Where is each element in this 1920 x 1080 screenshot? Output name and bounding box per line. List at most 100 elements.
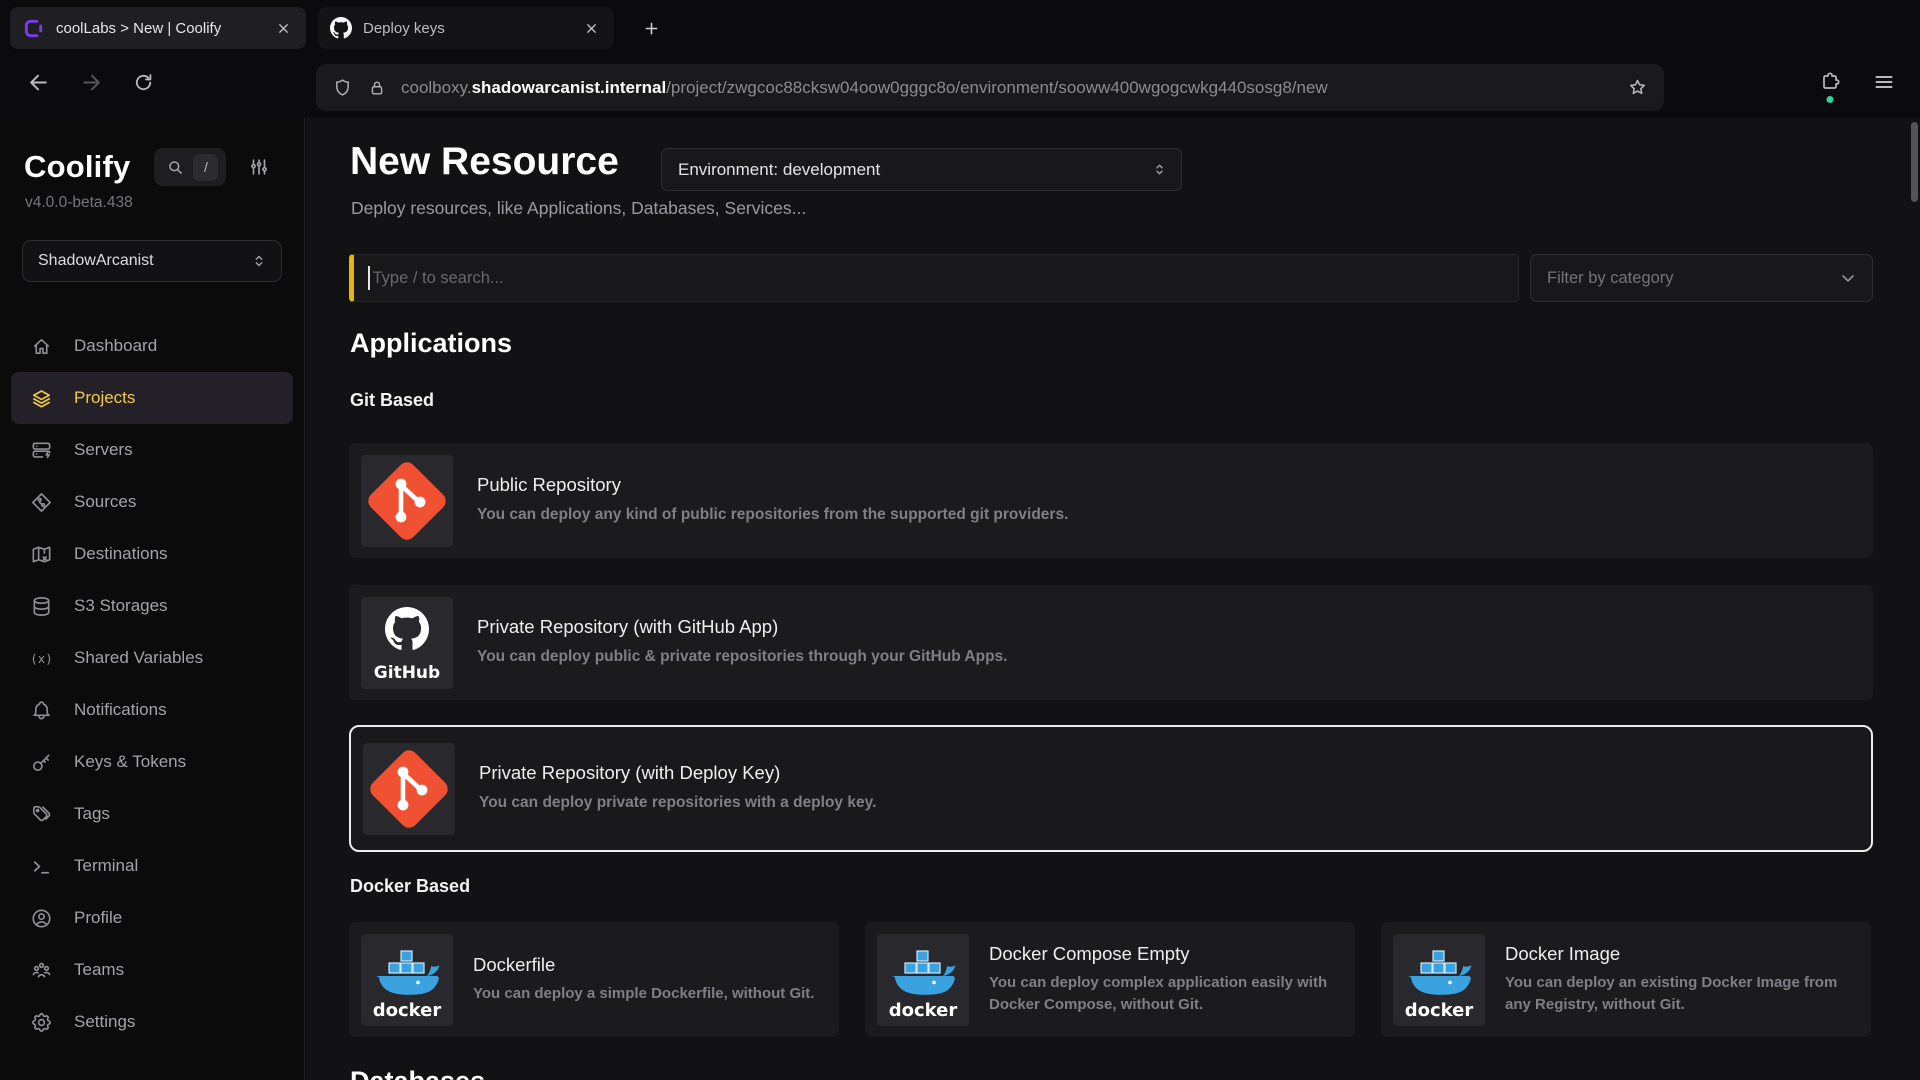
users-icon [30, 959, 53, 982]
card-title: Private Repository (with GitHub App) [477, 616, 1008, 638]
sidebar-item-settings[interactable]: Settings [11, 996, 293, 1048]
shield-icon[interactable] [332, 77, 353, 98]
card-title: Private Repository (with Deploy Key) [479, 762, 876, 784]
browser-toolbar: coolboxy.shadowarcanist.internal/project… [0, 56, 1920, 118]
resource-search-input[interactable]: Type / to search... [349, 254, 1519, 302]
user-circle-icon [30, 907, 53, 930]
sidebar-item-tags[interactable]: Tags [11, 788, 293, 840]
svg-text:(x): (x) [30, 650, 52, 665]
screen: coolLabs > New | Coolify Deploy keys [0, 0, 1920, 1080]
applications-heading: Applications [350, 328, 512, 359]
card-description: You can deploy any kind of public reposi… [477, 503, 1068, 526]
gear-icon [30, 1011, 53, 1034]
extensions-puzzle-icon[interactable] [1818, 70, 1842, 94]
environment-select[interactable]: Environment: development [661, 148, 1182, 191]
card-title: Dockerfile [473, 954, 814, 976]
sidebar-item-notifications[interactable]: Notifications [11, 684, 293, 736]
tab-title: coolLabs > New | Coolify [56, 20, 261, 37]
sidebar: Coolify / v4.0.0-beta.438 ShadowArcanist… [0, 118, 305, 1080]
forward-icon[interactable] [79, 70, 104, 95]
bell-icon [30, 699, 53, 722]
scrollbar-thumb[interactable] [1911, 122, 1918, 202]
sidebar-item-s3-storages[interactable]: S3 Storages [11, 580, 293, 632]
category-filter-select[interactable]: Filter by category [1530, 254, 1873, 302]
sidebar-item-shared-variables[interactable]: (x) Shared Variables [11, 632, 293, 684]
github-logo: GitHub [361, 597, 453, 689]
sidebar-item-keys-tokens[interactable]: Keys & Tokens [11, 736, 293, 788]
databases-heading-partial: Databases [350, 1066, 485, 1080]
map-icon [30, 543, 53, 566]
extension-status-dot [1827, 96, 1834, 103]
svg-text:docker: docker [373, 1000, 442, 1021]
card-description: You can deploy private repositories with… [479, 791, 876, 814]
close-icon[interactable] [272, 17, 294, 39]
app-version: v4.0.0-beta.438 [0, 186, 304, 212]
page-title: New Resource [350, 140, 619, 184]
tab-github[interactable]: Deploy keys [318, 7, 614, 49]
sidebar-item-projects[interactable]: Projects [11, 372, 293, 424]
sliders-icon[interactable] [248, 156, 270, 178]
url-bar[interactable]: coolboxy.shadowarcanist.internal/project… [316, 64, 1664, 111]
database-icon [30, 595, 53, 618]
sidebar-item-destinations[interactable]: Destinations [11, 528, 293, 580]
card-description: You can deploy a simple Dockerfile, with… [473, 983, 814, 1006]
card-dockerfile[interactable]: docker Dockerfile You can deploy a simpl… [349, 922, 839, 1037]
docker-cards-row: docker Dockerfile You can deploy a simpl… [349, 922, 1873, 1037]
github-favicon-icon [330, 17, 352, 39]
docker-based-heading: Docker Based [350, 876, 470, 897]
url-text: coolboxy.shadowarcanist.internal/project… [401, 78, 1627, 98]
card-private-repository-github-app[interactable]: GitHub Private Repository (with GitHub A… [349, 585, 1873, 700]
git-diamond-icon [30, 491, 53, 514]
close-icon[interactable] [580, 17, 602, 39]
card-description: You can deploy public & private reposito… [477, 645, 1008, 668]
text-caret [368, 266, 370, 290]
new-tab-button[interactable] [636, 13, 666, 43]
sidebar-item-teams[interactable]: Teams [11, 944, 293, 996]
browser-tab-bar: coolLabs > New | Coolify Deploy keys [0, 0, 1920, 56]
search-icon [166, 158, 185, 177]
back-icon[interactable] [26, 70, 51, 95]
key-icon [30, 751, 53, 774]
card-title: Docker Image [1505, 943, 1853, 965]
sidebar-nav: Dashboard Projects Servers Sources Desti… [0, 320, 304, 1048]
team-select[interactable]: ShadowArcanist [22, 240, 282, 282]
card-title: Public Repository [477, 474, 1068, 496]
terminal-icon [30, 855, 53, 878]
lock-icon[interactable] [367, 78, 387, 98]
menu-icon[interactable] [1872, 70, 1896, 94]
tab-title: Deploy keys [363, 20, 569, 37]
git-logo [361, 455, 453, 547]
svg-text:GitHub: GitHub [374, 663, 440, 683]
card-private-repository-deploy-key[interactable]: Private Repository (with Deploy Key) You… [349, 725, 1873, 852]
sidebar-item-profile[interactable]: Profile [11, 892, 293, 944]
app-logo-text: Coolify [24, 149, 130, 185]
card-description: You can deploy an existing Docker Image … [1505, 972, 1853, 1017]
sidebar-item-sources[interactable]: Sources [11, 476, 293, 528]
main-content: New Resource Environment: development De… [306, 118, 1920, 1080]
docker-logo: docker [1393, 934, 1485, 1026]
chevron-updown-icon [250, 252, 268, 270]
sidebar-item-dashboard[interactable]: Dashboard [11, 320, 293, 372]
sidebar-item-servers[interactable]: Servers [11, 424, 293, 476]
server-icon [30, 439, 53, 462]
chevron-down-icon [1838, 268, 1858, 288]
star-icon[interactable] [1627, 77, 1648, 98]
search-shortcut-hint: / [193, 154, 218, 181]
card-docker-image[interactable]: docker Docker Image You can deploy an ex… [1381, 922, 1871, 1037]
svg-text:docker: docker [889, 1000, 958, 1021]
coolify-favicon-icon [22, 17, 45, 40]
docker-logo: docker [877, 934, 969, 1026]
card-description: You can deploy complex application easil… [989, 972, 1337, 1017]
reload-icon[interactable] [132, 71, 155, 94]
docker-logo: docker [361, 934, 453, 1026]
git-logo [363, 743, 455, 835]
tag-icon [30, 803, 53, 826]
card-public-repository[interactable]: Public Repository You can deploy any kin… [349, 443, 1873, 558]
tab-coolify[interactable]: coolLabs > New | Coolify [10, 7, 306, 49]
chevron-updown-icon [1151, 161, 1168, 178]
card-docker-compose-empty[interactable]: docker Docker Compose Empty You can depl… [865, 922, 1355, 1037]
layers-icon [30, 387, 53, 410]
sidebar-item-terminal[interactable]: Terminal [11, 840, 293, 892]
sidebar-search-button[interactable]: / [154, 148, 226, 186]
page-subtitle: Deploy resources, like Applications, Dat… [351, 198, 806, 219]
